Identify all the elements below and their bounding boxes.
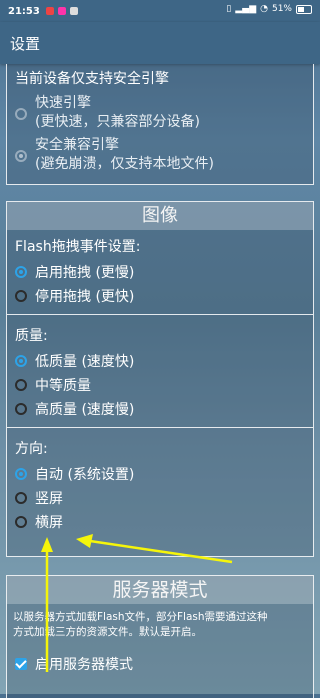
orientation-option-landscape[interactable]: 横屏 [7,510,313,534]
orientation-portrait-label: 竖屏 [35,491,63,507]
notification-icons [45,7,78,15]
status-right: ▯ ▂▄▆ ◔ 51% [226,4,312,14]
vibrate-icon: ▯ [226,4,232,14]
quality-high-radio[interactable] [15,403,27,415]
app-notification-icon [57,7,66,15]
orientation-landscape-label: 横屏 [35,515,63,531]
fast-engine-desc: (更快速，只兼容部分设备) [35,114,200,130]
app-notification-icon [69,7,78,15]
battery-icon [296,4,312,14]
orientation-landscape-radio[interactable] [15,516,27,528]
server-section-title: 服务器模式 [7,576,313,604]
server-section: 服务器模式 以服务器方式加载Flash文件，部分Flash需要通过这种 方式加载… [6,575,314,698]
engine-option-safe[interactable]: 安全兼容引擎 (避免崩溃，仅支持本地文件) [7,136,313,174]
drag-setting-label: Flash拖拽事件设置: [15,239,141,255]
battery-percent: 51% [271,4,292,14]
app-bar: 设置 [0,22,320,64]
orientation-option-auto[interactable]: 自动 (系统设置) [7,462,313,486]
quality-label: 质量: [15,328,48,344]
server-mode-checkbox[interactable] [15,658,27,670]
orientation-auto-radio[interactable] [15,468,27,480]
drag-enable-label: 启用拖拽 (更慢) [35,265,135,281]
fast-engine-label: 快速引擎 [35,95,91,111]
quality-high-label: 高质量 (速度慢) [35,402,135,418]
image-section-title: 图像 [7,202,313,230]
server-description: 以服务器方式加载Flash文件，部分Flash需要通过这种 方式加载三方的资源文… [7,604,313,640]
quality-option-low[interactable]: 低质量 (速度快) [7,349,313,373]
quality-medium-label: 中等质量 [35,378,91,394]
status-time: 21:53 [8,5,40,17]
drag-disable-label: 停用拖拽 (更快) [35,289,135,305]
engine-heading: 当前设备仅支持安全引擎 [15,71,169,87]
server-mode-option[interactable]: 启用服务器模式 [7,652,313,676]
drag-enable-radio[interactable] [15,266,27,278]
orientation-portrait-radio[interactable] [15,492,27,504]
drag-option-disable[interactable]: 停用拖拽 (更快) [7,284,313,308]
drag-disable-radio[interactable] [15,290,27,302]
server-mode-label: 启用服务器模式 [35,657,133,673]
engine-section: 当前设备仅支持安全引擎 快速引擎 (更快速，只兼容部分设备) 安全兼容引擎 (避… [6,64,314,185]
page-title: 设置 [10,34,41,53]
orientation-auto-label: 自动 (系统设置) [35,467,135,483]
status-bar: 21:53 ▯ ▂▄▆ ◔ 51% [0,0,320,22]
app-notification-icon [45,7,54,15]
signal-icon: ▂▄▆ [235,4,257,14]
safe-engine-radio[interactable] [15,150,27,162]
image-section: 图像 Flash拖拽事件设置: 启用拖拽 (更慢) 停用拖拽 (更快) 质量: … [6,201,314,557]
quality-low-label: 低质量 (速度快) [35,354,135,370]
server-desc-line1: 以服务器方式加载Flash文件，部分Flash需要通过这种 [13,611,268,623]
orientation-option-portrait[interactable]: 竖屏 [7,486,313,510]
drag-option-enable[interactable]: 启用拖拽 (更慢) [7,260,313,284]
orientation-label: 方向: [15,441,48,457]
safe-engine-desc: (避免崩溃，仅支持本地文件) [35,156,214,172]
quality-medium-radio[interactable] [15,379,27,391]
quality-option-medium[interactable]: 中等质量 [7,373,313,397]
fast-engine-radio[interactable] [15,108,27,120]
engine-option-fast[interactable]: 快速引擎 (更快速，只兼容部分设备) [7,94,313,132]
safe-engine-label: 安全兼容引擎 [35,137,119,153]
server-desc-line2: 方式加载三方的资源文件。默认是开启。 [13,626,202,638]
divider [7,314,313,315]
divider [7,427,313,428]
quality-low-radio[interactable] [15,355,27,367]
wifi-icon: ◔ [260,4,268,14]
quality-option-high[interactable]: 高质量 (速度慢) [7,397,313,421]
